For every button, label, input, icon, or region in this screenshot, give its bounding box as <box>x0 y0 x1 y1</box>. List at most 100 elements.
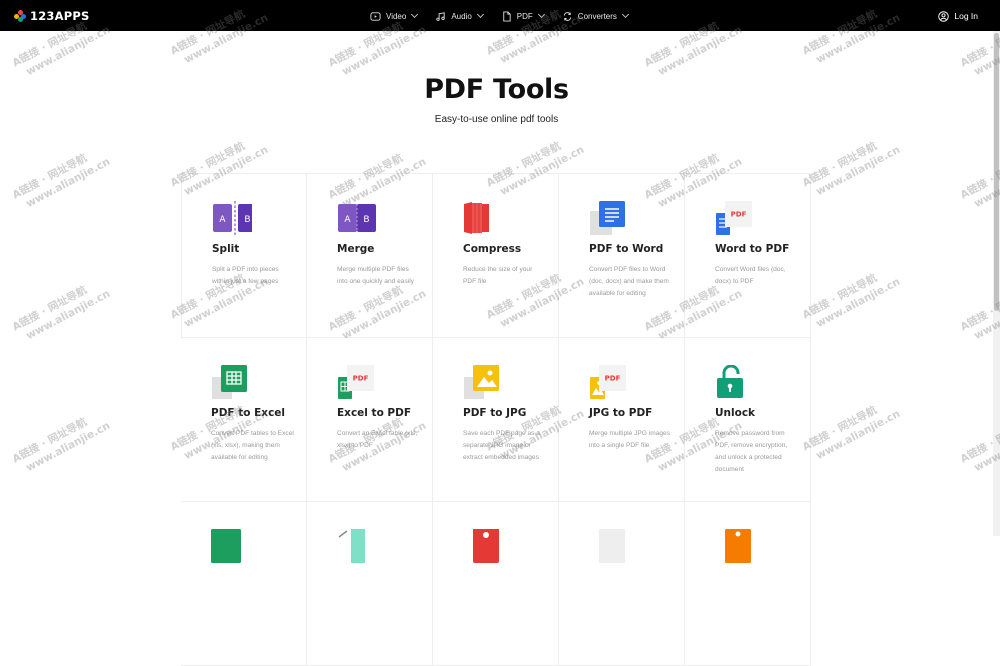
app-logo[interactable]: 123APPS <box>14 8 89 24</box>
page-scrollbar[interactable] <box>993 31 1000 536</box>
pdf-doc-icon <box>503 10 511 22</box>
pdf-to-word-icon <box>590 201 625 235</box>
tool-card-row3-4[interactable] <box>559 502 685 666</box>
tool-card-row3-3[interactable] <box>433 502 559 666</box>
watermark-line-1: A链接 · 网址导航 <box>10 416 89 466</box>
tool-name: Excel to PDF <box>337 407 412 419</box>
split-a-label: A <box>219 215 226 225</box>
chevron-down-icon <box>621 10 629 19</box>
pdf-badge: PDF <box>353 375 369 383</box>
tool-name: Split <box>212 243 240 255</box>
tool-description: Remove password from PDF, remove encrypt… <box>715 430 788 473</box>
tool-card-word-to-pdf[interactable]: PDF Word to PDF Convert Word files (doc,… <box>685 174 811 338</box>
watermark-text: A链接 · 网址导航www.alianjie.cn <box>800 394 903 466</box>
nav-item-label: Video <box>386 11 407 21</box>
split-icon: A B <box>213 201 252 235</box>
chevron-down-icon <box>476 10 484 19</box>
merge-b-label: B <box>363 215 369 225</box>
tool-card-row3-2[interactable] <box>307 502 433 666</box>
jpg-to-pdf-icon: PDF <box>590 365 626 399</box>
nav-item-label: PDF <box>516 11 533 21</box>
pdf-badge: PDF <box>731 211 747 219</box>
converters-icon <box>563 11 571 21</box>
tool-name: PDF to Word <box>589 243 664 255</box>
audio-icon <box>436 11 446 21</box>
login-button[interactable]: Log In <box>938 8 978 24</box>
nav-item-label: Converters <box>577 11 617 21</box>
watermark-line-2: www.alianjie.cn <box>24 287 113 343</box>
watermark-line-2: www.alianjie.cn <box>814 407 903 463</box>
nav-item-video[interactable]: Video <box>370 10 419 22</box>
tool-description: Convert an Excel table (xls, xlsx) to PD… <box>337 430 418 449</box>
tool-name: Unlock <box>715 407 756 419</box>
tool-card-excel-to-pdf[interactable]: PDF Excel to PDF Convert an Excel table … <box>307 338 433 502</box>
tool-card-unlock[interactable]: Unlock Remove password from PDF, remove … <box>685 338 811 502</box>
tool-card-merge[interactable]: A B Merge Merge multiple PDF files into … <box>307 174 433 338</box>
tool-name: Word to PDF <box>715 243 790 255</box>
nav-item-pdf[interactable]: PDF <box>501 10 545 22</box>
tool-card-pdf-to-excel[interactable]: PDF to Excel Convert PDF tables to Excel… <box>181 338 307 502</box>
watermark-line-1: A链接 · 网址导航 <box>10 152 89 202</box>
watermark-line-2: www.alianjie.cn <box>24 23 113 79</box>
tool-card-row3-5[interactable] <box>685 502 811 666</box>
green-tool-icon <box>211 529 241 563</box>
orange-tool-icon <box>725 529 751 563</box>
unlock-icon <box>717 365 743 398</box>
watermark-line-2: www.alianjie.cn <box>24 419 113 475</box>
watermark-line-1: A链接 · 网址导航 <box>800 272 879 322</box>
user-icon <box>938 10 950 22</box>
watermark-line-1: A链接 · 网址导航 <box>800 140 879 190</box>
watermark-text: A链接 · 网址导航www.alianjie.cn <box>800 130 903 202</box>
tool-card-row3-1[interactable] <box>181 502 307 666</box>
tool-card-compress[interactable]: Compress Reduce the size of your PDF fil… <box>433 174 559 338</box>
watermark-line-2: www.alianjie.cn <box>24 155 113 211</box>
watermark-line-2: www.alianjie.cn <box>814 275 903 331</box>
tool-card-jpg-to-pdf[interactable]: PDF JPG to PDF Merge multiple JPG images… <box>559 338 685 502</box>
page-subtitle: Easy-to-use online pdf tools <box>434 114 559 125</box>
logo-dots-icon <box>14 10 26 22</box>
tool-name: Compress <box>463 243 522 255</box>
tool-description: Convert Word files (doc, docx) to PDF <box>715 266 786 285</box>
watermark-text: A链接 · 网址导航www.alianjie.cn <box>10 274 113 346</box>
tool-description: Split a PDF into pieces within just a fe… <box>212 266 279 285</box>
login-label: Log In <box>954 11 978 21</box>
page-title: PDF Tools <box>424 74 569 105</box>
main-nav: Video Audio PDF Converters <box>370 8 629 24</box>
merge-icon: A B <box>338 204 376 232</box>
red-tool-icon <box>473 529 499 563</box>
nav-item-label: Audio <box>451 11 472 21</box>
excel-to-pdf-icon: PDF <box>338 365 374 399</box>
tool-card-pdf-to-word[interactable]: PDF to Word Convert PDF files to Word (d… <box>559 174 685 338</box>
nav-item-converters[interactable]: Converters <box>562 10 629 22</box>
tool-description: Convert PDF tables to Excel (xls, xlsx),… <box>211 430 294 461</box>
word-to-pdf-icon: PDF <box>716 201 752 235</box>
pdf-badge: PDF <box>605 375 621 383</box>
tool-card-pdf-to-jpg[interactable]: PDF to JPG Save each PDF page as a separ… <box>433 338 559 502</box>
watermark-line-1: A链接 · 网址导航 <box>10 284 89 334</box>
chevron-down-icon <box>411 10 419 19</box>
tools-grid: A B Split Split a PDF into pieces within… <box>181 173 811 666</box>
chevron-down-icon <box>537 10 545 19</box>
video-icon <box>370 11 381 21</box>
tool-name: PDF to Excel <box>211 407 286 419</box>
scrollbar-thumb[interactable] <box>994 33 999 311</box>
tool-name: PDF to JPG <box>463 407 527 419</box>
watermark-text: A链接 · 网址导航www.alianjie.cn <box>800 262 903 334</box>
merge-a-label: A <box>344 215 351 225</box>
watermark-line-2: www.alianjie.cn <box>814 143 903 199</box>
top-navigation-bar: 123APPS Video Audio PDF Converters Log I… <box>0 0 1000 31</box>
tool-card-split[interactable]: A B Split Split a PDF into pieces within… <box>181 174 307 338</box>
tool-description: Convert PDF files to Word (doc, docx) an… <box>589 266 669 297</box>
tool-name: Merge <box>337 243 375 255</box>
logo-text: 123APPS <box>30 9 90 23</box>
watermark-text: A链接 · 网址导航www.alianjie.cn <box>10 142 113 214</box>
pdf-to-jpg-icon <box>464 365 499 399</box>
compress-icon <box>464 202 489 234</box>
grey-tool-icon <box>599 529 625 563</box>
watermark-line-2: www.alianjie.cn <box>340 23 429 79</box>
tool-description: Merge multiple JPG images into a single … <box>589 430 670 449</box>
nav-item-audio[interactable]: Audio <box>435 10 484 22</box>
watermark-text: A链接 · 网址导航www.alianjie.cn <box>10 406 113 478</box>
watermark-line-2: www.alianjie.cn <box>656 23 745 79</box>
split-b-label: B <box>244 215 250 225</box>
